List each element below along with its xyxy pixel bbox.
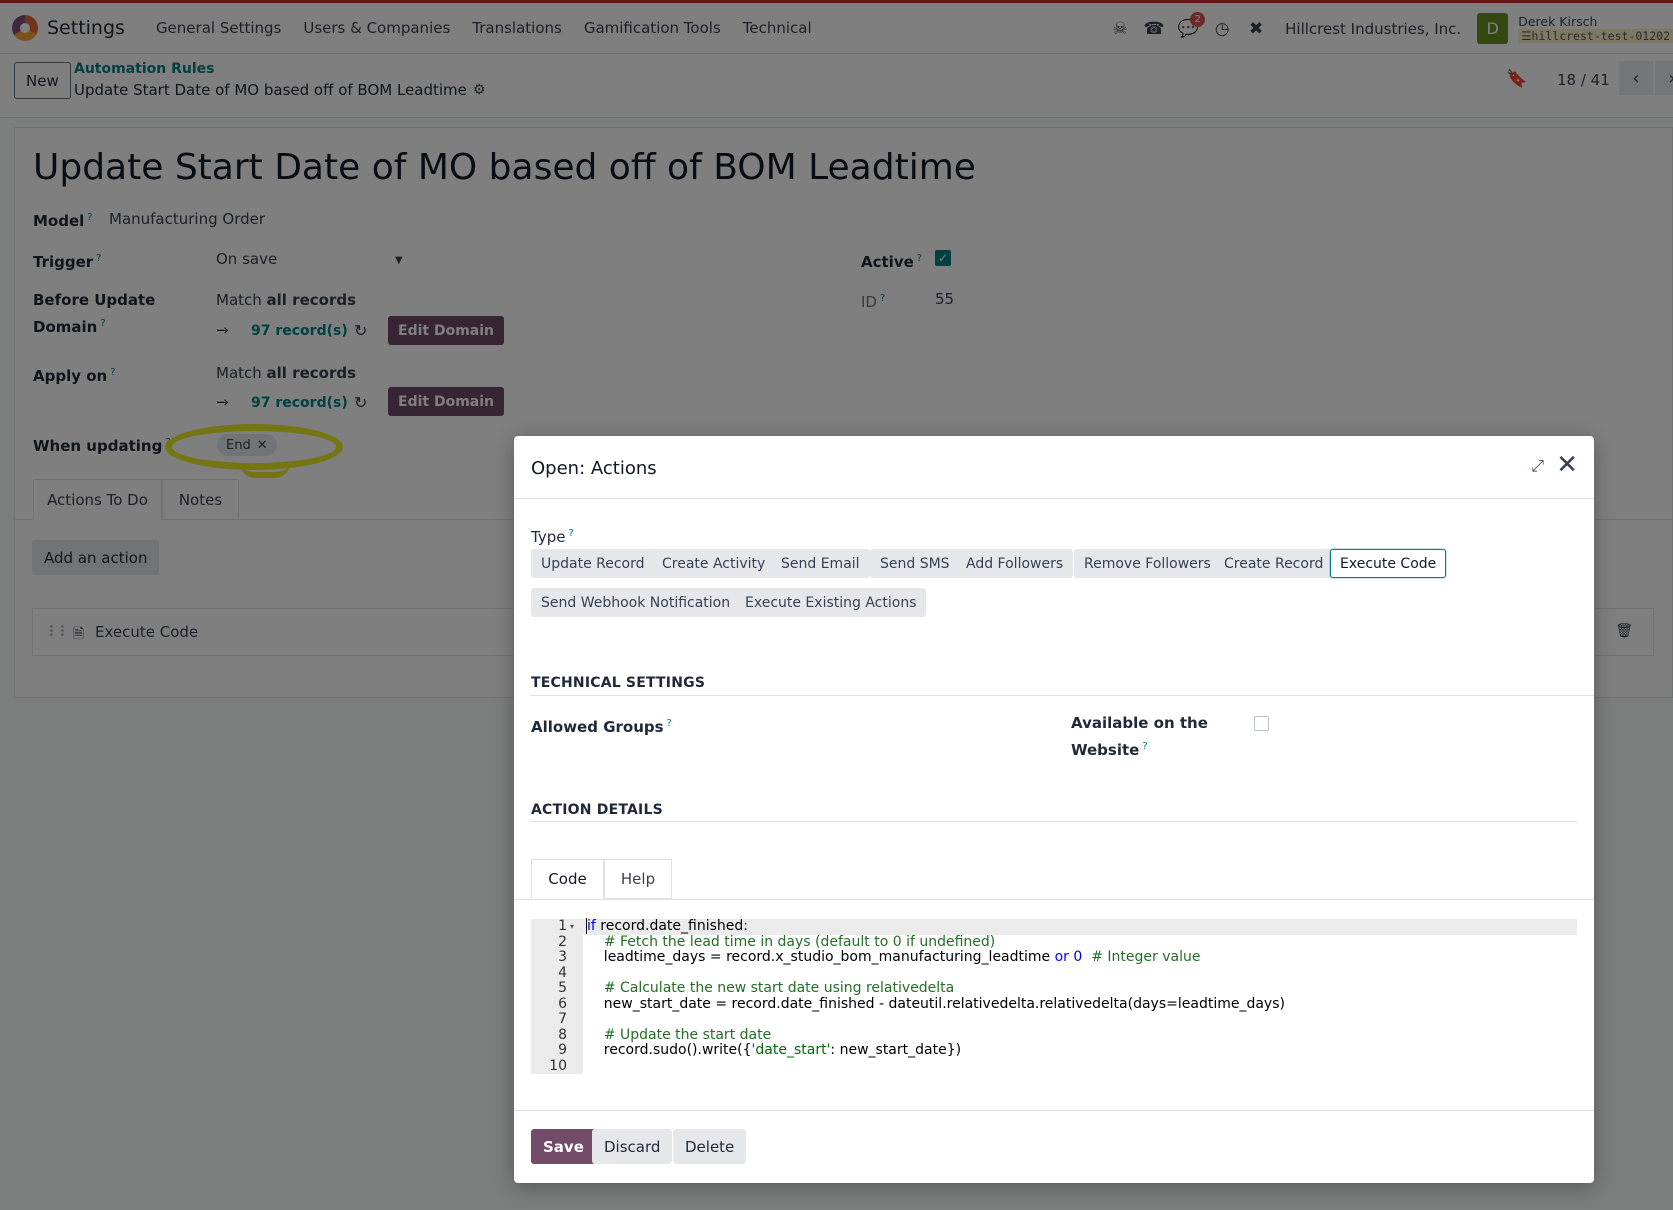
discard-button[interactable]: Discard [592, 1129, 673, 1164]
code-line[interactable]: 6 new_start_date = record.date_finished … [531, 995, 1577, 1013]
delete-button[interactable]: Delete [673, 1129, 747, 1164]
code-editor[interactable]: 1 ▾ if record.date_finished: 2 # Fetch the … [531, 918, 1577, 1075]
help-icon[interactable]: ? [667, 718, 672, 729]
tab-divider [514, 899, 1594, 900]
available-website-checkbox[interactable] [1254, 716, 1269, 731]
code-line[interactable]: 5 # Calculate the new start date using r… [531, 980, 1577, 997]
allowed-groups-label: Allowed Groups? [531, 718, 672, 736]
line-number: 5 [558, 980, 567, 996]
type-label: Type? [531, 528, 574, 546]
fold-toggle-icon[interactable]: ▾ [570, 919, 574, 935]
code-line[interactable]: 2 # Fetch the lead time in days (default… [531, 933, 1577, 951]
code-text: # Calculate the new start date using rel… [603, 980, 955, 996]
code-text: if record.date_finished: [586, 918, 748, 934]
section-divider [531, 695, 1594, 696]
type-create-activity[interactable]: Create Activity [652, 549, 776, 578]
tab-code[interactable]: Code [531, 859, 604, 899]
close-icon[interactable]: ✕ [1556, 450, 1578, 480]
code-line[interactable]: 8 # Update the start date [531, 1026, 1577, 1044]
line-number: 3 [558, 949, 567, 965]
dialog-title: Open: Actions [531, 458, 657, 479]
help-icon[interactable]: ? [568, 528, 573, 539]
code-text: record.sudo().write({'date_start': new_s… [586, 1042, 962, 1058]
line-number: 1 [558, 918, 567, 934]
type-send-email[interactable]: Send Email [771, 549, 870, 578]
code-text: new_start_date = record.date_finished - … [586, 995, 1285, 1012]
code-tabs: Code Help [531, 859, 1577, 899]
type-add-followers[interactable]: Add Followers [956, 549, 1074, 578]
expand-icon[interactable]: ⤢ [1531, 456, 1544, 476]
line-number: 6 [558, 995, 567, 1012]
section-divider [531, 821, 1577, 822]
line-number: 2 [558, 933, 567, 950]
type-send-webhook-notification[interactable]: Send Webhook Notification [531, 588, 741, 617]
type-create-record[interactable]: Create Record [1214, 549, 1334, 578]
line-number: 9 [558, 1042, 567, 1058]
line-number: 8 [558, 1026, 567, 1043]
line-number: 4 [558, 964, 567, 981]
action-details-title: ACTION DETAILS [531, 802, 663, 818]
available-website-label: Available on the Website? [1071, 714, 1208, 759]
line-number: 10 [549, 1057, 567, 1074]
code-line[interactable]: 4 [531, 964, 1577, 982]
code-line[interactable]: 10 [531, 1057, 1577, 1075]
type-execute-existing-actions[interactable]: Execute Existing Actions [735, 588, 927, 617]
code-line[interactable]: 1 ▾ if record.date_finished: [531, 918, 1577, 935]
code-text: # Fetch the lead time in days (default t… [603, 933, 996, 950]
save-button[interactable]: Save [531, 1129, 596, 1164]
tab-help[interactable]: Help [604, 859, 672, 899]
dialog-footer: Save Discard Delete [514, 1110, 1594, 1183]
type-send-sms[interactable]: Send SMS [870, 549, 960, 578]
technical-settings-title: TECHNICAL SETTINGS [531, 675, 706, 691]
dialog-header: Open: Actions ⤢ ✕ [514, 436, 1594, 499]
help-icon[interactable]: ? [1142, 741, 1147, 752]
type-execute-code[interactable]: Execute Code [1330, 549, 1447, 578]
code-text: # Update the start date [603, 1026, 772, 1043]
code-line[interactable]: 3 leadtime_days = record.x_studio_bom_ma… [531, 949, 1577, 966]
code-line[interactable]: 7 [531, 1011, 1577, 1028]
line-number: 7 [558, 1011, 567, 1027]
code-text: leadtime_days = record.x_studio_bom_manu… [586, 949, 1201, 965]
type-remove-followers[interactable]: Remove Followers [1074, 549, 1221, 578]
type-update-record[interactable]: Update Record [531, 549, 655, 578]
code-line[interactable]: 9 record.sudo().write({'date_start': new… [531, 1042, 1577, 1059]
actions-dialog: Open: Actions ⤢ ✕ Type? Update Record Cr… [514, 436, 1594, 1183]
